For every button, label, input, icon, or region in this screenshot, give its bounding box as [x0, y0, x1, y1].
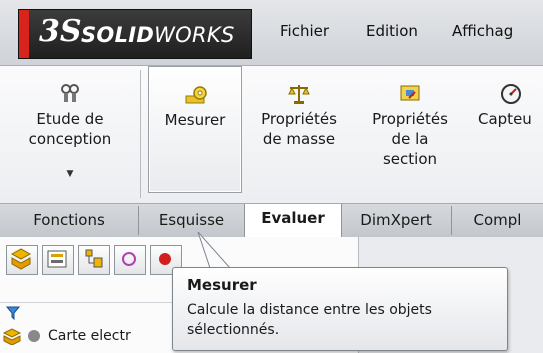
tab-evaluer[interactable]: Evaluer: [244, 204, 342, 238]
filter-icon[interactable]: [6, 306, 20, 320]
part-icon: [2, 328, 40, 345]
logo-accent-stripe: [19, 10, 29, 58]
configuration-manager-tab-button[interactable]: [78, 245, 110, 275]
mass-properties-button[interactable]: Propriétés de masse: [244, 66, 354, 202]
command-manager-tabs: Fonctions Esquisse Evaluer DimXpert Comp…: [0, 203, 543, 238]
menu-fichier[interactable]: Fichier: [280, 22, 329, 40]
feature-manager-tab-button[interactable]: [6, 245, 38, 275]
measure-button[interactable]: Mesurer: [148, 66, 242, 193]
design-study-label: Etude de conception: [28, 110, 112, 148]
logo-wordmark: SOLIDWORKS: [81, 23, 235, 47]
section-properties-icon: [400, 85, 420, 101]
feature-tree-icon: [10, 248, 32, 270]
design-study-button[interactable]: Etude de conception ▼: [0, 66, 140, 202]
tooltip-title: Mesurer: [187, 276, 257, 294]
sensor-icon: [501, 84, 521, 104]
solidworks-logo[interactable]: 3S SOLIDWORKS: [18, 9, 252, 59]
configuration-manager-icon: [85, 249, 103, 268]
tab-esquisse[interactable]: Esquisse: [139, 206, 245, 235]
ribbon-separator: [140, 70, 141, 198]
tooltip: Mesurer Calcule la distance entre les ob…: [172, 267, 508, 351]
dimxpert-icon: [122, 252, 136, 266]
tooltip-pointer: [197, 232, 232, 269]
property-manager-icon: [47, 250, 67, 268]
tree-item-label: Carte electr: [48, 328, 131, 344]
sensor-label: Capteu: [478, 110, 532, 128]
measure-label: Mesurer: [164, 111, 226, 129]
dimxpert-manager-tab-button[interactable]: [114, 245, 146, 275]
measure-icon: [185, 86, 207, 104]
tooltip-description: Calcule la distance entre les objets sél…: [187, 302, 432, 338]
tab-fonctions[interactable]: Fonctions: [0, 206, 139, 235]
property-manager-tab-button[interactable]: [42, 245, 74, 275]
mass-properties-label: Propriétés de masse: [261, 110, 337, 148]
title-bar: 3S SOLIDWORKS Fichier Edition Affichag: [0, 0, 543, 66]
design-study-icon: [61, 84, 79, 102]
section-properties-button[interactable]: Propriétés de la section: [356, 66, 464, 202]
section-properties-label: Propriétés de la section: [372, 110, 448, 168]
tab-dimxpert[interactable]: DimXpert: [341, 206, 452, 235]
command-manager-ribbon: Etude de conception ▼ Mesurer Propriétés…: [0, 66, 543, 203]
tab-compl[interactable]: Compl: [452, 206, 543, 235]
chevron-down-icon[interactable]: ▼: [67, 169, 74, 179]
mass-properties-icon: [288, 85, 310, 104]
sensor-button[interactable]: Capteu: [466, 66, 543, 202]
logo-mark: 3S: [39, 14, 82, 49]
menu-affichage[interactable]: Affichag: [452, 22, 513, 40]
menu-edition[interactable]: Edition: [366, 22, 418, 40]
